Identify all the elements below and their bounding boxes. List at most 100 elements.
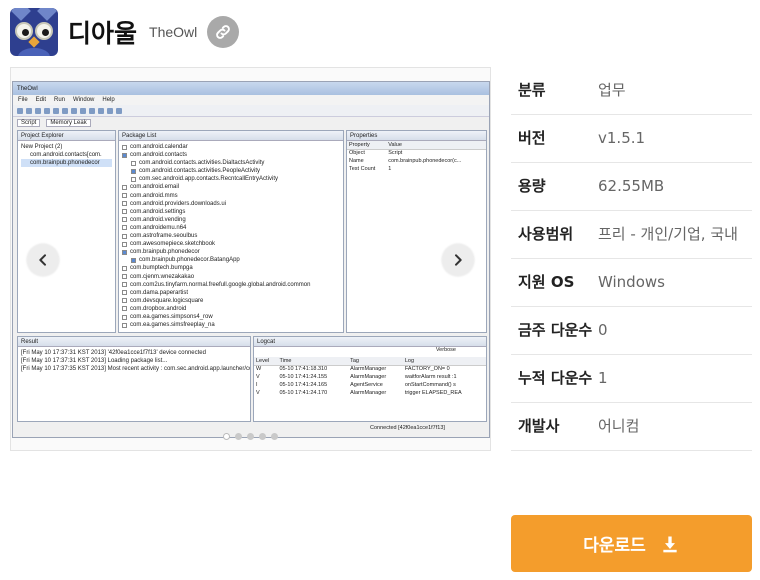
screenshot-package-row: com.ea.games.simsfreeplay_na bbox=[122, 321, 340, 329]
screenshot-package-row: com.brainpub.phonedecor.BatangApp bbox=[122, 256, 340, 264]
info-label: 누적 다운수 bbox=[518, 369, 593, 387]
download-button[interactable]: 다운로드 bbox=[511, 515, 752, 572]
screenshot-package-label: com.cjenm.wnezakakao bbox=[130, 273, 195, 280]
screenshot-tab-memory-leak: Memory Leak bbox=[46, 118, 91, 127]
screenshot-package-checkbox bbox=[122, 274, 127, 280]
table-cell: 05-10 17:41:24.155 bbox=[279, 374, 328, 380]
screenshot-package-checkbox bbox=[131, 160, 136, 166]
table-row: V 05-10 17:41:24.170 AlarmManager trigge… bbox=[254, 389, 486, 397]
screenshot-toolbar bbox=[13, 105, 489, 117]
screenshot-package-checkbox bbox=[122, 144, 127, 150]
screenshot-package-label: com.brainpub.phonedecor.BatangApp bbox=[139, 257, 240, 264]
screenshot-package-label: com.android.vending bbox=[130, 216, 186, 223]
screenshot-result-line: [Fri May 10 17:37:31 KST 2013] '42f0ea1c… bbox=[21, 350, 206, 356]
table-row: Test Count 1 bbox=[347, 165, 486, 173]
info-row: 개발사 어니컴 bbox=[511, 403, 752, 451]
slide-dot[interactable] bbox=[271, 433, 278, 440]
next-slide-button[interactable] bbox=[442, 244, 474, 276]
table-cell: onStartCommand() s bbox=[404, 382, 456, 388]
slide-dot[interactable] bbox=[247, 433, 254, 440]
screenshot-package-label: com.astroframe.seoulbus bbox=[130, 233, 198, 240]
table-cell: waitforAlarm result :1 bbox=[404, 374, 457, 380]
screenshot-package-checkbox bbox=[122, 265, 127, 271]
table-cell: Object bbox=[349, 150, 365, 157]
screenshot-package-row: com.android.mms bbox=[122, 192, 340, 200]
screenshot-package-checkbox bbox=[131, 176, 136, 182]
table-cell: V bbox=[256, 390, 260, 396]
screenshot-package-checkbox bbox=[122, 306, 127, 312]
screenshot-package-row: com.astroframe.seoulbus bbox=[122, 232, 340, 240]
info-label: 사용범위 bbox=[518, 225, 574, 243]
screenshot-project-explorer-title: Project Explorer bbox=[18, 131, 115, 141]
screenshot-package-row: com.devsquare.logicsquare bbox=[122, 297, 340, 305]
table-cell: AlarmManager bbox=[350, 366, 387, 373]
slide-indicators bbox=[11, 433, 490, 440]
table-cell: W bbox=[256, 366, 262, 373]
info-row: 용량 62.55MB bbox=[511, 163, 752, 211]
screenshot-package-label: com.android.contacts.activities.PeopleAc… bbox=[139, 168, 261, 175]
info-label: 분류 bbox=[518, 81, 546, 99]
screenshot-result-line: [Fri May 10 17:37:35 KST 2013] Most rece… bbox=[21, 366, 251, 373]
previous-slide-button[interactable] bbox=[27, 244, 59, 276]
slide-dot[interactable] bbox=[223, 433, 230, 440]
screenshot-package-label: com.android.contacts.activities.Dialtact… bbox=[139, 160, 265, 167]
screenshot-package-label: com.android.calendar bbox=[130, 144, 188, 150]
screenshot-package-row: com.android.settings bbox=[122, 208, 340, 216]
owl-app-icon bbox=[10, 8, 58, 56]
slide-dot[interactable] bbox=[259, 433, 266, 440]
screenshot-package-row: com.brainpub.phonedecor bbox=[122, 248, 340, 256]
screenshot-package-checkbox bbox=[122, 225, 127, 231]
screenshot-package-row: com.com2us.tinyfarm.normal.freefull.goog… bbox=[122, 281, 340, 289]
app-screenshot: TheOwl File Edit Run Window Help Script … bbox=[12, 81, 490, 438]
screenshot-package-row: com.android.contacts.activities.PeopleAc… bbox=[122, 167, 340, 175]
screenshot-tab-script: Script bbox=[17, 118, 41, 127]
screenshot-package-checkbox bbox=[122, 152, 127, 158]
screenshot-package-checkbox bbox=[122, 298, 127, 304]
table-cell: 05-10 17:41:24.170 bbox=[279, 390, 328, 396]
screenshot-package-label: com.dama.paperartist bbox=[130, 289, 189, 296]
table-cell: FACTORY_ON= 0 bbox=[404, 366, 450, 373]
screenshot-package-row: com.android.contacts.activities.Dialtact… bbox=[122, 159, 340, 167]
homepage-link-button[interactable] bbox=[207, 16, 240, 48]
screenshot-package-row: com.android.vending bbox=[122, 216, 340, 224]
table-cell: Test Count bbox=[349, 166, 376, 172]
app-info-table: 분류 업무 버전 v1.5.1 용량 62.55MB 사용범위 프리 - 개인/기업, 국내 지… bbox=[511, 67, 752, 451]
table-cell: Script bbox=[388, 150, 403, 157]
screenshot-package-row: com.sec.android.app.contacts.RecntcallEn… bbox=[122, 175, 340, 183]
screenshot-package-checkbox bbox=[122, 201, 127, 207]
screenshot-package-row: com.ea.games.simpsons4_row bbox=[122, 313, 340, 321]
screenshot-properties-header: Property bbox=[347, 141, 387, 150]
screenshot-project-item: com.brainpub.phonedecor bbox=[21, 159, 112, 168]
info-value: v1.5.1 bbox=[598, 129, 646, 147]
table-cell: V bbox=[256, 374, 260, 380]
screenshot-status-bar: Connected [42f0ea1cce1f7f13] bbox=[370, 425, 445, 431]
app-title: 디아울 bbox=[68, 19, 138, 48]
info-value: 어니컴 bbox=[598, 417, 640, 435]
screenshot-package-row: com.android.contacts bbox=[122, 151, 340, 159]
screenshot-menu-bar: File Edit Run Window Help bbox=[13, 95, 489, 105]
screenshot-package-label: com.android.contacts bbox=[130, 152, 188, 159]
screenshot-package-label: com.ea.games.simsfreeplay_na bbox=[130, 322, 215, 329]
screenshot-menu-run: Run bbox=[54, 97, 66, 103]
screenshot-package-label: com.devsquare.logicsquare bbox=[130, 297, 204, 304]
screenshot-result-pane: Result [Fri May 10 17:37:31 KST 2013] '4… bbox=[17, 336, 251, 422]
table-cell: 1 bbox=[388, 166, 392, 172]
screenshot-project-explorer: Project Explorer New Project (2) com.and… bbox=[17, 130, 116, 333]
screenshot-package-row: com.cjenm.wnezakakao bbox=[122, 273, 340, 281]
screenshot-package-label: com.brainpub.phonedecor bbox=[130, 249, 200, 256]
info-value: 1 bbox=[598, 369, 608, 387]
screenshot-window-title: TheOwl bbox=[13, 82, 489, 95]
screenshot-logcat-pane: Logcat Verbose Level Time Tag Log W 05-1… bbox=[253, 336, 487, 422]
screenshot-package-label: com.ea.games.simpsons4_row bbox=[130, 313, 213, 320]
info-value: 62.55MB bbox=[598, 177, 665, 195]
screenshot-logcat-filter: Verbose bbox=[435, 347, 456, 353]
slide-dot[interactable] bbox=[235, 433, 242, 440]
screenshot-package-checkbox bbox=[122, 322, 127, 328]
screenshot-package-checkbox bbox=[122, 233, 127, 239]
screenshot-package-list: Package List com.android.calendar com.and… bbox=[118, 130, 344, 333]
screenshot-logcat-header: Log bbox=[402, 357, 486, 366]
screenshot-package-label: com.sec.android.app.contacts.RecntcallEn… bbox=[139, 176, 279, 183]
screenshot-properties: Properties Property Value Object Script … bbox=[346, 130, 487, 333]
screenshot-perspective-tabs: Script Memory Leak bbox=[13, 117, 489, 128]
info-value: 0 bbox=[598, 321, 608, 339]
